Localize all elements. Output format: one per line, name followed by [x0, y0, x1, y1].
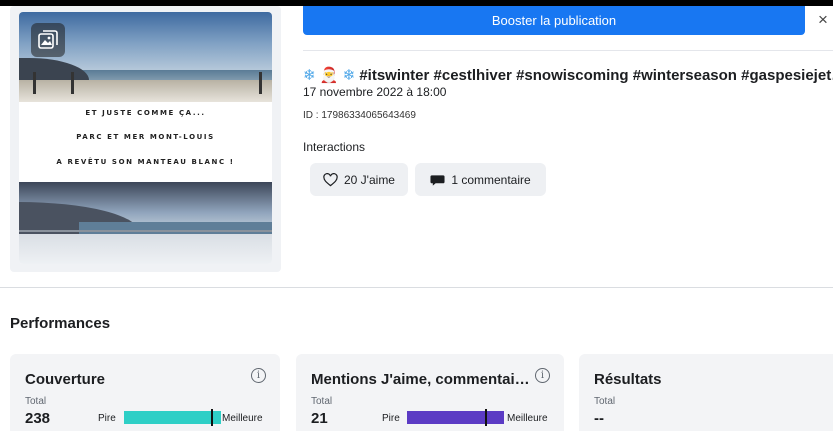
performance-marker — [484, 409, 487, 426]
likes-count: 20 J'aime — [344, 172, 395, 187]
comments-chip[interactable]: 1 commentaire — [415, 163, 546, 196]
total-label: Total — [25, 396, 47, 407]
thumb-beach — [19, 80, 272, 102]
info-icon[interactable]: i — [251, 368, 266, 383]
section-divider — [0, 287, 833, 288]
thumb-text-line: PARC ET MER MONT-LOUIS — [76, 133, 215, 141]
performance-title: Performances — [10, 315, 111, 332]
thumb-text-line: A REVÊTU SON MANTEAU BLANC ! — [56, 158, 235, 166]
post-id: ID : 17986334065643469 — [303, 110, 416, 121]
post-date: 17 novembre 2022 à 18:00 — [303, 85, 447, 99]
performance-bar — [124, 411, 221, 424]
total-label: Total — [311, 396, 333, 407]
photo-carousel-icon — [31, 23, 65, 57]
scale-worst-label: Pire — [98, 413, 116, 424]
photo-carousel-icon-svg — [38, 30, 58, 49]
performance-bar — [407, 411, 504, 424]
boost-post-button[interactable]: Booster la publication — [303, 6, 805, 35]
engagement-card: Mentions J'aime, commentai… i Total 21 P… — [296, 354, 564, 431]
post-caption: ❄ 🎅 ❄ #itswinter #cestlhiver #snowiscomi… — [303, 66, 833, 84]
heart-icon — [323, 172, 338, 186]
scale-worst-label: Pire — [382, 413, 400, 424]
total-value: 238 — [25, 410, 51, 427]
total-value: 21 — [311, 410, 328, 427]
thumb-text-line: ET JUSTE COMME ÇA... — [85, 109, 206, 117]
total-value: -- — [594, 410, 604, 427]
snowflake-emoji: ❄ 🎅 ❄ — [303, 67, 356, 84]
performance-marker — [211, 409, 214, 426]
comment-icon — [430, 174, 445, 186]
caption-hashtags: #itswinter #cestlhiver #snowiscoming #wi… — [359, 67, 833, 84]
reach-card: Couverture i Total 238 Pire Meilleure — [10, 354, 280, 431]
results-card: Résultats Total -- — [579, 354, 833, 431]
thumb-post — [71, 72, 74, 94]
comments-count: 1 commentaire — [451, 172, 531, 187]
close-icon[interactable]: × — [818, 10, 828, 30]
thumb-rail — [19, 230, 272, 232]
total-label: Total — [594, 396, 616, 407]
card-title: Mentions J'aime, commentai… — [311, 371, 530, 388]
divider — [303, 50, 833, 51]
card-title: Couverture — [25, 371, 106, 388]
thumb-post — [259, 72, 262, 94]
likes-chip[interactable]: 20 J'aime — [310, 163, 408, 196]
card-title: Résultats — [594, 371, 662, 388]
thumb-snow — [19, 234, 272, 264]
interactions-label: Interactions — [303, 140, 366, 154]
scale-best-label: Meilleure — [222, 413, 263, 424]
thumb-post — [33, 72, 36, 94]
scale-best-label: Meilleure — [507, 413, 548, 424]
info-icon[interactable]: i — [535, 368, 550, 383]
post-insights-panel: ET JUSTE COMME ÇA... PARC ET MER MONT-LO… — [0, 0, 833, 431]
